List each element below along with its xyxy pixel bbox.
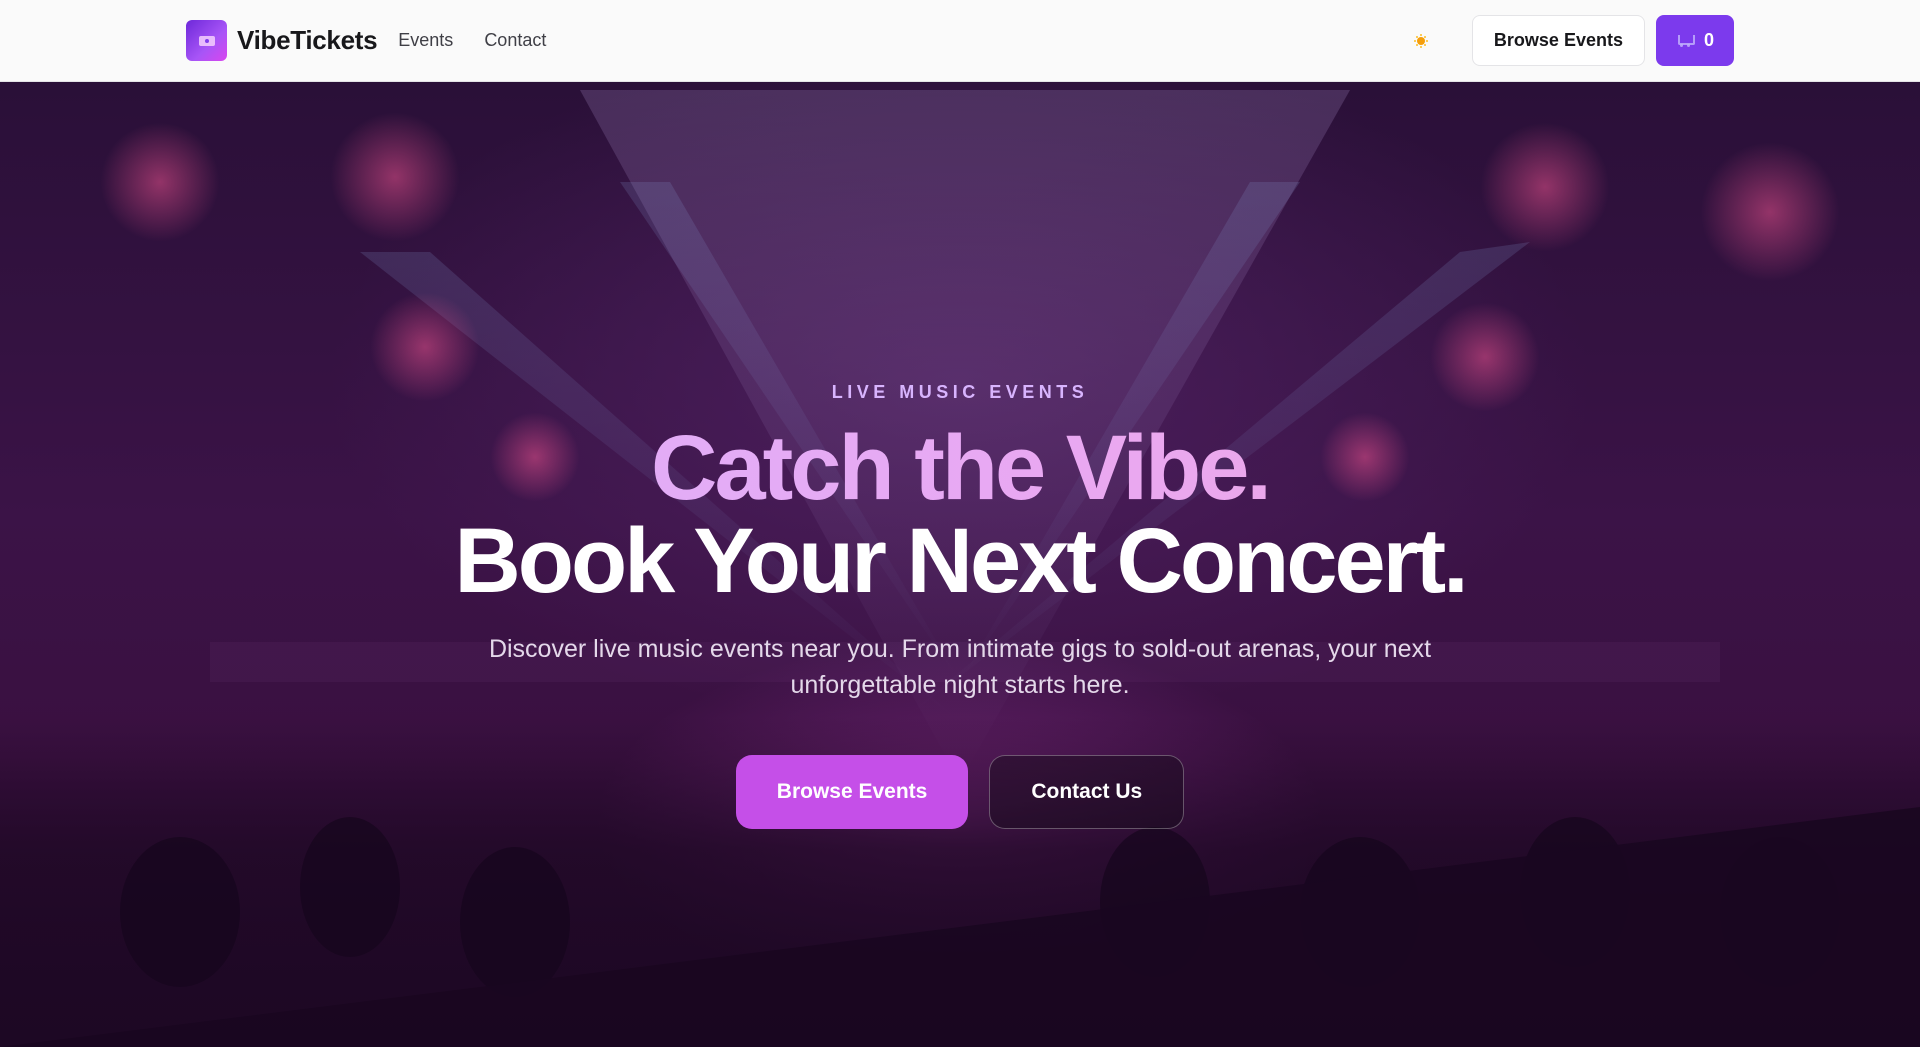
- brand-name: VibeTickets: [237, 25, 378, 55]
- nav-link-contact[interactable]: Contact: [484, 30, 546, 51]
- hero-browse-events-button[interactable]: Browse Events: [735, 755, 969, 829]
- sun-icon: [1414, 34, 1428, 48]
- hero-contact-us-button[interactable]: Contact Us: [989, 755, 1185, 829]
- nav-browse-events-button[interactable]: Browse Events: [1471, 15, 1645, 66]
- top-navbar: VibeTickets Events Contact Browse Events…: [0, 0, 1920, 82]
- hero-section: LIVE MUSIC EVENTS Catch the Vibe. Book Y…: [0, 82, 1920, 1047]
- hero-cta-row: Browse Events Contact Us: [0, 755, 1920, 829]
- navbar-inner: VibeTickets Events Contact Browse Events…: [186, 0, 1734, 81]
- theme-toggle-button[interactable]: [1401, 21, 1441, 61]
- nav-link-events[interactable]: Events: [398, 30, 453, 51]
- hero-headline-line2: Book Your Next Concert.: [454, 510, 1468, 612]
- ticket-icon: [186, 20, 227, 61]
- hero-content: LIVE MUSIC EVENTS Catch the Vibe. Book Y…: [0, 382, 1920, 829]
- stage-light: [330, 112, 460, 242]
- cart-count: 0: [1703, 30, 1714, 50]
- cart-icon: [1676, 34, 1695, 47]
- hero-eyebrow: LIVE MUSIC EVENTS: [831, 382, 1089, 402]
- cart-button[interactable]: 0: [1655, 15, 1734, 66]
- stage-light: [1700, 142, 1840, 282]
- hero-subtext: Discover live music events near you. Fro…: [488, 635, 1432, 699]
- nav-actions: Browse Events 0: [1401, 15, 1734, 66]
- stage-light: [1480, 122, 1610, 252]
- nav-links: Events Contact: [398, 30, 546, 51]
- brand[interactable]: VibeTickets: [186, 20, 378, 61]
- hero-headline-line1: Catch the Vibe.: [0, 421, 1920, 515]
- stage-light: [100, 122, 220, 242]
